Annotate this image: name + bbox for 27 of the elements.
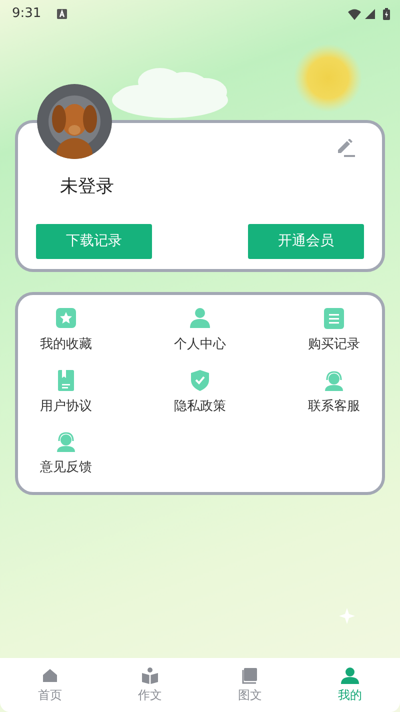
book-icon: [241, 666, 259, 684]
nav-tab[interactable]: 作文: [100, 658, 200, 712]
menu-item[interactable]: 个人中心: [172, 307, 228, 354]
headset-icon: [323, 368, 345, 392]
menu-item[interactable]: 用户协议: [38, 368, 94, 416]
home-icon: [41, 666, 59, 684]
signal-icon: [365, 9, 375, 19]
sun-drawing: [294, 44, 362, 112]
battery-icon: [383, 8, 390, 20]
sparkle-icon: [339, 608, 355, 624]
menu-item[interactable]: 隐私政策: [172, 368, 228, 416]
book-icon: [55, 368, 77, 392]
shield-icon: [189, 368, 211, 392]
notification-icon: [57, 9, 68, 19]
status-time: 9:31: [12, 5, 42, 24]
person-icon: [189, 307, 211, 330]
wifi-icon: [348, 8, 361, 20]
menu-item[interactable]: 购买记录: [306, 307, 362, 354]
user-name: 未登录: [60, 175, 114, 199]
reading-icon: [141, 666, 159, 684]
menu-item[interactable]: 我的收藏: [38, 307, 94, 354]
headset-icon: [55, 430, 77, 453]
person-icon: [341, 666, 359, 684]
list-icon: [323, 307, 345, 330]
menu-item[interactable]: 意见反馈: [38, 430, 94, 478]
edit-icon[interactable]: [336, 139, 356, 157]
menu-item[interactable]: 联系客服: [306, 368, 362, 416]
